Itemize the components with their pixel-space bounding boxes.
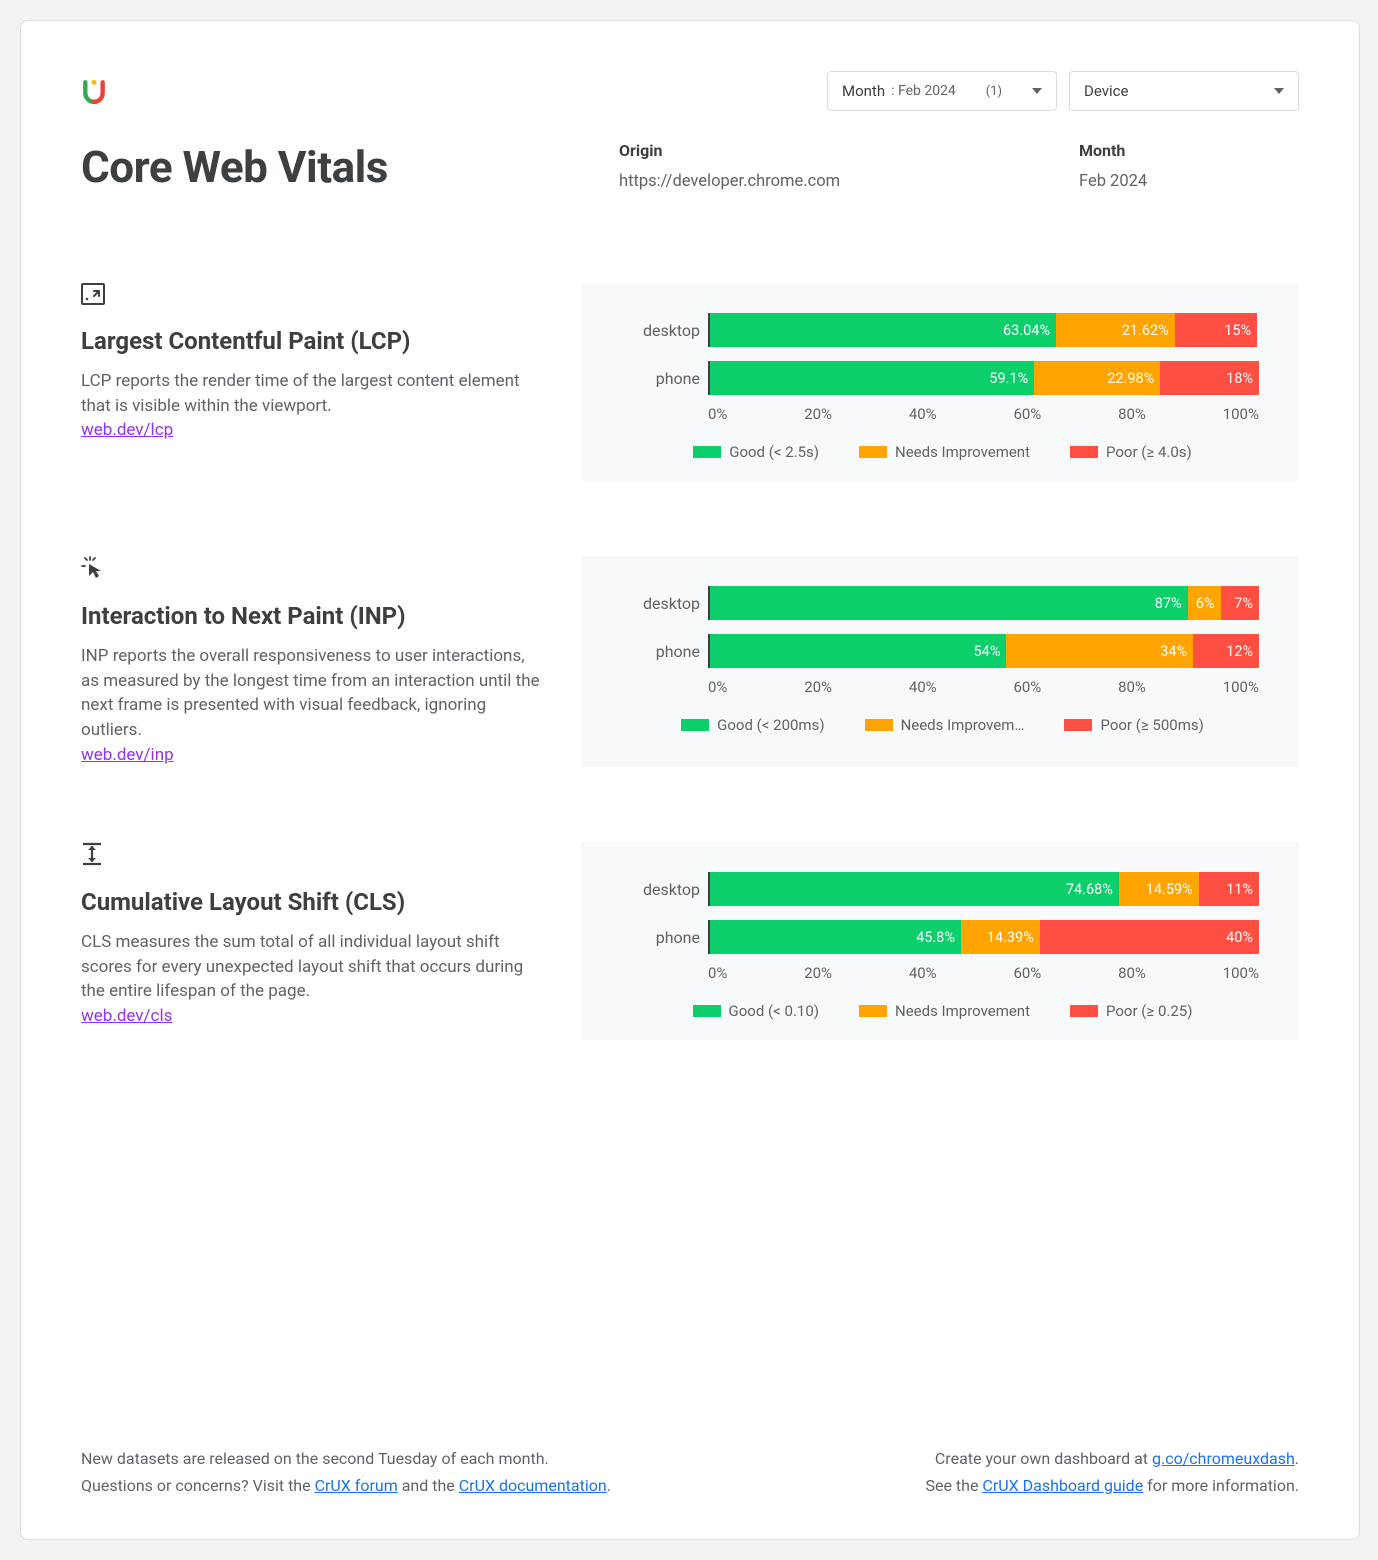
bar-seg-ni: 6%	[1188, 586, 1221, 620]
month-filter-value: : Feb 2024	[891, 83, 956, 99]
lcp-chart: desktop63.04%21.62%15% phone59.1%22.98%18…	[581, 283, 1299, 481]
chevron-down-icon	[1032, 88, 1042, 94]
bar-seg-good: 45.8%	[710, 920, 961, 954]
footer-right: Create your own dashboard at g.co/chrome…	[925, 1445, 1299, 1499]
metric-cls: Cumulative Layout Shift (CLS) CLS measur…	[81, 842, 1299, 1040]
crux-logo-icon	[81, 78, 107, 104]
page-title: Core Web Vitals	[81, 141, 619, 193]
bar-seg-good: 54%	[710, 634, 1006, 668]
cls-icon	[81, 842, 541, 870]
cls-desc: CLS measures the sum total of all indivi…	[81, 932, 523, 1001]
chart-axis: 0%20%40%60%80%100%	[708, 964, 1259, 982]
device-label: desktop	[636, 880, 708, 899]
bar-seg-poor: 40%	[1040, 920, 1259, 954]
month-label: Month	[1079, 141, 1299, 160]
lcp-icon	[81, 283, 541, 309]
device-label: phone	[636, 642, 708, 661]
inp-chart: desktop87%6%7% phone54%34%12% 0%20%40%60%8…	[581, 556, 1299, 767]
bar-row: desktop63.04%21.62%15%	[636, 313, 1259, 347]
cls-title: Cumulative Layout Shift (CLS)	[81, 888, 541, 916]
chart-legend: Good (< 2.5s)Needs ImprovementPoor (≥ 4.…	[626, 443, 1259, 461]
inp-desc: INP reports the overall responsiveness t…	[81, 646, 540, 740]
bar-row: phone59.1%22.98%18%	[636, 361, 1259, 395]
origin-label: Origin	[619, 141, 1079, 160]
bar-seg-poor: 11%	[1199, 872, 1259, 906]
chart-axis: 0%20%40%60%80%100%	[708, 678, 1259, 696]
device-label: phone	[636, 928, 708, 947]
bar-seg-good: 59.1%	[710, 361, 1034, 395]
bar-seg-poor: 18%	[1160, 361, 1259, 395]
device-label: desktop	[636, 594, 708, 613]
bar-seg-poor: 7%	[1221, 586, 1259, 620]
device-label: desktop	[636, 321, 708, 340]
bar-row: desktop74.68%14.59%11%	[636, 872, 1259, 906]
bar-seg-good: 74.68%	[710, 872, 1119, 906]
dashboard-guide-link[interactable]: CrUX Dashboard guide	[982, 1476, 1143, 1495]
bar-seg-ni: 21.62%	[1056, 313, 1175, 347]
crux-docs-link[interactable]: CrUX documentation	[459, 1476, 607, 1495]
cls-link[interactable]: web.dev/cls	[81, 1006, 172, 1026]
footer-left: New datasets are released on the second …	[81, 1445, 611, 1499]
chart-axis: 0%20%40%60%80%100%	[708, 405, 1259, 423]
device-label: phone	[636, 369, 708, 388]
metric-inp: Interaction to Next Paint (INP) INP repo…	[81, 556, 1299, 767]
month-filter[interactable]: Month : Feb 2024 (1)	[827, 71, 1057, 111]
bar-seg-poor: 15%	[1175, 313, 1257, 347]
bar-row: desktop87%6%7%	[636, 586, 1259, 620]
bar-row: phone45.8%14.39%40%	[636, 920, 1259, 954]
cls-chart: desktop74.68%14.59%11% phone45.8%14.39%40…	[581, 842, 1299, 1040]
inp-title: Interaction to Next Paint (INP)	[81, 602, 541, 630]
bar-seg-good: 63.04%	[710, 313, 1056, 347]
bar-seg-ni: 22.98%	[1034, 361, 1160, 395]
chart-legend: Good (< 0.10)Needs ImprovementPoor (≥ 0.…	[626, 1002, 1259, 1020]
chevron-down-icon	[1274, 88, 1284, 94]
bar-seg-ni: 14.39%	[961, 920, 1040, 954]
crux-forum-link[interactable]: CrUX forum	[315, 1476, 398, 1495]
lcp-link[interactable]: web.dev/lcp	[81, 420, 173, 440]
bar-seg-good: 87%	[710, 586, 1188, 620]
inp-icon	[81, 556, 541, 584]
chromeuxdash-link[interactable]: g.co/chromeuxdash	[1152, 1449, 1295, 1468]
metric-lcp: Largest Contentful Paint (LCP) LCP repor…	[81, 283, 1299, 481]
bar-row: phone54%34%12%	[636, 634, 1259, 668]
bar-seg-poor: 12%	[1193, 634, 1259, 668]
bar-seg-ni: 34%	[1006, 634, 1193, 668]
origin-value: https://developer.chrome.com	[619, 172, 1079, 191]
lcp-title: Largest Contentful Paint (LCP)	[81, 327, 541, 355]
chart-legend: Good (< 200ms)Needs Improvem…Poor (≥ 500…	[626, 716, 1259, 734]
month-value: Feb 2024	[1079, 172, 1299, 191]
month-filter-label: Month	[842, 82, 885, 100]
device-filter-label: Device	[1084, 82, 1128, 100]
lcp-desc: LCP reports the render time of the large…	[81, 371, 520, 416]
inp-link[interactable]: web.dev/inp	[81, 745, 174, 765]
device-filter[interactable]: Device	[1069, 71, 1299, 111]
bar-seg-ni: 14.59%	[1119, 872, 1199, 906]
month-filter-count: (1)	[986, 84, 1002, 99]
